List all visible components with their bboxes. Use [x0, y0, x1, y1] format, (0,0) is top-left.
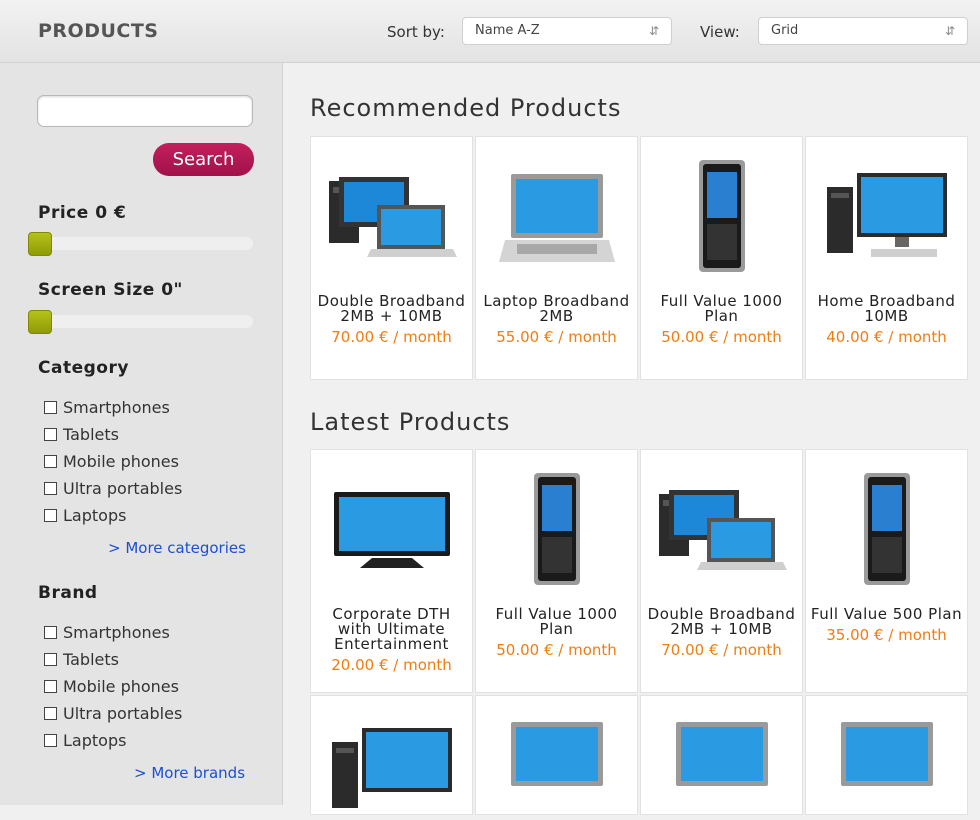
page-title: PRODUCTS	[38, 20, 159, 42]
search-input[interactable]	[37, 95, 253, 127]
product-info: Corporate DTH with Ultimate Entertainmen…	[315, 607, 468, 673]
checkbox[interactable]	[44, 401, 57, 414]
brand-list: Smartphones Tablets Mobile phones Ultra …	[44, 619, 182, 754]
product-price: 40.00 € / month	[826, 328, 947, 346]
product-price: 70.00 € / month	[331, 328, 452, 346]
desktop-laptop-icon	[641, 464, 802, 594]
product-card[interactable]: Double Broadband 2MB + 10MB 70.00 € / mo…	[310, 136, 473, 380]
more-brands-link[interactable]: > More brands	[134, 764, 245, 782]
mobile-phone-icon	[476, 464, 637, 594]
product-price: 55.00 € / month	[496, 328, 617, 346]
category-heading: Category	[38, 358, 129, 378]
screen-size-filter-label: Screen Size 0"	[38, 280, 183, 300]
mobile-phone-icon	[806, 464, 967, 594]
brand-item[interactable]: Smartphones	[44, 619, 182, 646]
product-price: 50.00 € / month	[661, 328, 782, 346]
desktop-computer-icon	[311, 726, 472, 808]
category-item[interactable]: Smartphones	[44, 394, 182, 421]
product-info: Laptop Broadband 2MB 55.00 € / month	[480, 294, 633, 345]
product-card[interactable]: Full Value 1000 Plan 50.00 € / month	[475, 449, 638, 693]
product-name: Corporate DTH with Ultimate Entertainmen…	[332, 605, 451, 653]
view-select[interactable]: Grid ⇵	[758, 17, 968, 45]
brand-heading: Brand	[38, 583, 98, 603]
checkbox[interactable]	[44, 626, 57, 639]
checkbox[interactable]	[44, 455, 57, 468]
product-card[interactable]: Laptop Broadband 2MB 55.00 € / month	[475, 136, 638, 380]
product-card[interactable]: Corporate DTH with Ultimate Entertainmen…	[310, 449, 473, 693]
laptop-icon	[806, 720, 967, 800]
product-name: Double Broadband 2MB + 10MB	[647, 605, 796, 638]
select-arrows-icon: ⇵	[648, 24, 659, 38]
category-item[interactable]: Mobile phones	[44, 448, 182, 475]
search-button[interactable]: Search	[153, 143, 254, 176]
checkbox[interactable]	[44, 653, 57, 666]
view-label: View:	[700, 23, 740, 41]
product-card[interactable]	[475, 695, 638, 815]
sort-label: Sort by:	[387, 23, 445, 41]
tv-icon	[311, 464, 472, 594]
desktop-laptop-icon	[311, 151, 472, 281]
product-info: Double Broadband 2MB + 10MB 70.00 € / mo…	[315, 294, 468, 345]
product-info: Full Value 500 Plan 35.00 € / month	[810, 607, 963, 643]
product-name: Full Value 1000 Plan	[660, 292, 783, 325]
product-name: Laptop Broadband 2MB	[483, 292, 630, 325]
more-categories-link[interactable]: > More categories	[108, 539, 246, 557]
price-filter-label: Price 0 €	[38, 203, 127, 223]
checkbox[interactable]	[44, 509, 57, 522]
screen-size-slider-handle[interactable]	[28, 310, 52, 334]
product-name: Full Value 1000 Plan	[495, 605, 618, 638]
brand-item[interactable]: Laptops	[44, 727, 182, 754]
price-slider[interactable]	[28, 232, 253, 256]
category-item[interactable]: Laptops	[44, 502, 182, 529]
select-arrows-icon: ⇵	[944, 24, 955, 38]
category-list: Smartphones Tablets Mobile phones Ultra …	[44, 394, 182, 529]
mobile-phone-icon	[641, 151, 802, 281]
top-bar: PRODUCTS Sort by: Name A-Z ⇵ View: Grid …	[0, 0, 980, 63]
product-card[interactable]	[805, 695, 968, 815]
product-card[interactable]	[310, 695, 473, 815]
brand-item[interactable]: Mobile phones	[44, 673, 182, 700]
product-card[interactable]: Full Value 1000 Plan 50.00 € / month	[640, 136, 803, 380]
laptop-icon	[641, 720, 802, 800]
view-select-value: Grid	[771, 23, 799, 38]
product-info: Full Value 1000 Plan 50.00 € / month	[645, 294, 798, 345]
product-name: Home Broadband 10MB	[817, 292, 956, 325]
product-info: Home Broadband 10MB 40.00 € / month	[810, 294, 963, 345]
laptop-icon	[476, 151, 637, 281]
desktop-computer-icon	[806, 151, 967, 281]
product-info: Double Broadband 2MB + 10MB 70.00 € / mo…	[645, 607, 798, 658]
price-slider-handle[interactable]	[28, 232, 52, 256]
checkbox[interactable]	[44, 680, 57, 693]
checkbox[interactable]	[44, 428, 57, 441]
recommended-title: Recommended Products	[310, 94, 622, 122]
category-item[interactable]: Ultra portables	[44, 475, 182, 502]
laptop-icon	[476, 720, 637, 800]
checkbox[interactable]	[44, 734, 57, 747]
product-card[interactable]: Home Broadband 10MB 40.00 € / month	[805, 136, 968, 380]
checkbox[interactable]	[44, 707, 57, 720]
product-card[interactable]	[640, 695, 803, 815]
product-card[interactable]: Full Value 500 Plan 35.00 € / month	[805, 449, 968, 693]
checkbox[interactable]	[44, 482, 57, 495]
product-price: 20.00 € / month	[331, 656, 452, 674]
brand-item[interactable]: Tablets	[44, 646, 182, 673]
product-info: Full Value 1000 Plan 50.00 € / month	[480, 607, 633, 658]
product-price: 70.00 € / month	[661, 641, 782, 659]
product-price: 50.00 € / month	[496, 641, 617, 659]
sort-select-value: Name A-Z	[475, 23, 540, 38]
latest-title: Latest Products	[310, 408, 511, 436]
product-price: 35.00 € / month	[826, 626, 947, 644]
category-item[interactable]: Tablets	[44, 421, 182, 448]
product-name: Full Value 500 Plan	[810, 605, 963, 623]
sort-select[interactable]: Name A-Z ⇵	[462, 17, 672, 45]
product-name: Double Broadband 2MB + 10MB	[317, 292, 466, 325]
screen-size-slider[interactable]	[28, 310, 253, 334]
product-card[interactable]: Double Broadband 2MB + 10MB 70.00 € / mo…	[640, 449, 803, 693]
filter-sidebar: Search Price 0 € Screen Size 0" Category…	[0, 63, 283, 805]
brand-item[interactable]: Ultra portables	[44, 700, 182, 727]
